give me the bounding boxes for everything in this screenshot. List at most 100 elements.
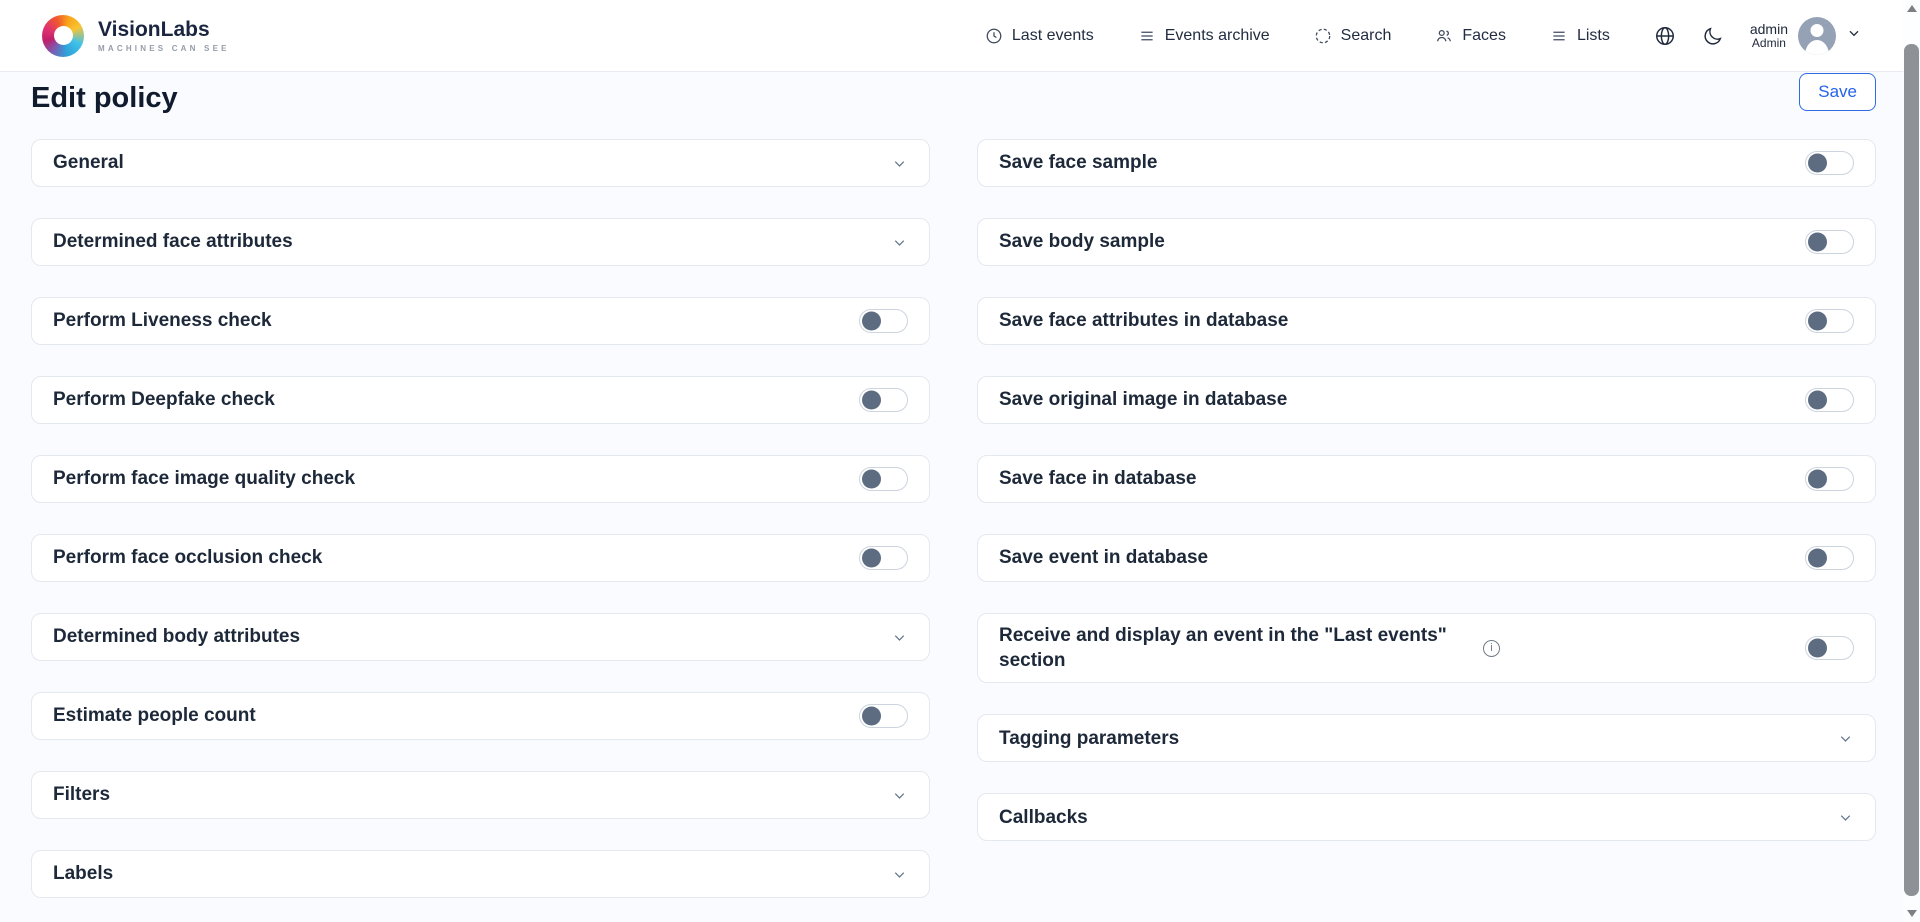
- panel-label: Save original image in database: [999, 387, 1287, 412]
- toggle-switch[interactable]: [1805, 388, 1854, 412]
- nav-item-label: Events archive: [1165, 27, 1270, 45]
- panel-label: Labels: [53, 861, 113, 886]
- panel-label: Save face in database: [999, 466, 1197, 491]
- panel-label: Callbacks: [999, 805, 1088, 830]
- nav-item-faces[interactable]: Faces: [1435, 27, 1506, 45]
- nav-item-events-archive[interactable]: Events archive: [1138, 27, 1270, 45]
- chevron-down-icon: [891, 787, 908, 804]
- left-column: General Determined face attributes Perfo…: [31, 139, 930, 898]
- right-column: Save face sample Save body sample Save f…: [977, 139, 1876, 898]
- scrollbar-thumb[interactable]: [1904, 44, 1919, 896]
- nav-item-label: Lists: [1577, 27, 1610, 45]
- panel-save-face-sample[interactable]: Save face sample: [977, 139, 1876, 187]
- toggle-knob: [862, 549, 881, 568]
- chevron-down-icon: [1846, 25, 1862, 46]
- language-button[interactable]: [1654, 25, 1676, 47]
- panel-general[interactable]: General: [31, 139, 930, 187]
- visionlabs-logo-icon: [42, 15, 84, 57]
- nav-item-label: Last events: [1012, 27, 1094, 45]
- panel-save-body-sample[interactable]: Save body sample: [977, 218, 1876, 266]
- toggle-knob: [1808, 391, 1827, 410]
- scrollbar-down-arrow-icon[interactable]: [1907, 910, 1917, 917]
- chevron-down-icon: [891, 866, 908, 883]
- search-icon: [1314, 27, 1332, 45]
- chevron-down-icon: [891, 629, 908, 646]
- panel-label: Save event in database: [999, 545, 1208, 570]
- toggle-switch[interactable]: [1805, 636, 1854, 660]
- toggle-knob: [862, 391, 881, 410]
- panel-label: Receive and display an event in the "Las…: [999, 623, 1469, 673]
- panel-filters[interactable]: Filters: [31, 771, 930, 819]
- nav-item-label: Faces: [1462, 27, 1506, 45]
- toggle-knob: [1808, 312, 1827, 331]
- panel-perform-face-occlusion-check[interactable]: Perform face occlusion check: [31, 534, 930, 582]
- panel-label: General: [53, 150, 124, 175]
- toggle-knob: [862, 470, 881, 489]
- toggle-switch[interactable]: [1805, 546, 1854, 570]
- user-role: Admin: [1750, 37, 1788, 51]
- panel-determined-face-attributes[interactable]: Determined face attributes: [31, 218, 930, 266]
- toggle-switch[interactable]: [1805, 467, 1854, 491]
- panel-perform-liveness-check[interactable]: Perform Liveness check: [31, 297, 930, 345]
- header-actions: admin Admin: [1654, 17, 1862, 55]
- panel-estimate-people-count[interactable]: Estimate people count: [31, 692, 930, 740]
- panel-label: Estimate people count: [53, 703, 256, 728]
- clock-icon: [985, 27, 1003, 45]
- avatar[interactable]: [1798, 17, 1836, 55]
- save-button[interactable]: Save: [1799, 73, 1876, 111]
- page-title: Edit policy: [31, 82, 178, 115]
- scrollbar-up-arrow-icon[interactable]: [1907, 5, 1917, 12]
- panel-label: Save face attributes in database: [999, 308, 1288, 333]
- toggle-knob: [1808, 470, 1827, 489]
- panel-labels[interactable]: Labels: [31, 850, 930, 898]
- toggle-switch[interactable]: [859, 704, 908, 728]
- nav-item-lists[interactable]: Lists: [1550, 27, 1610, 45]
- title-bar: Edit policy Save: [0, 72, 1920, 115]
- panel-perform-face-image-quality-check[interactable]: Perform face image quality check: [31, 455, 930, 503]
- toggle-switch[interactable]: [859, 467, 908, 491]
- chevron-down-icon: [1837, 730, 1854, 747]
- toggle-switch[interactable]: [1805, 151, 1854, 175]
- panel-save-original-image-in-database[interactable]: Save original image in database: [977, 376, 1876, 424]
- toggle-switch[interactable]: [859, 388, 908, 412]
- panel-save-face-in-database[interactable]: Save face in database: [977, 455, 1876, 503]
- panel-receive-and-display-an-event-in-the-last-events-section[interactable]: Receive and display an event in the "Las…: [977, 613, 1876, 683]
- panel-tagging-parameters[interactable]: Tagging parameters: [977, 714, 1876, 762]
- theme-toggle-button[interactable]: [1702, 25, 1724, 47]
- faces-icon: [1435, 27, 1453, 45]
- policy-panels: General Determined face attributes Perfo…: [0, 115, 1920, 898]
- list-icon: [1550, 27, 1568, 45]
- visionlabs-logo: VisionLabs MACHINES CAN SEE: [42, 15, 230, 57]
- panel-label: Perform Deepfake check: [53, 387, 275, 412]
- list-icon: [1138, 27, 1156, 45]
- top-bar: VisionLabs MACHINES CAN SEE Last events …: [0, 0, 1920, 72]
- user-name: admin: [1750, 21, 1788, 37]
- brand-name: VisionLabs: [98, 19, 230, 40]
- toggle-switch[interactable]: [859, 546, 908, 570]
- toggle-switch[interactable]: [859, 309, 908, 333]
- info-icon[interactable]: i: [1483, 640, 1500, 657]
- moon-icon: [1702, 25, 1724, 47]
- nav-item-last-events[interactable]: Last events: [985, 27, 1094, 45]
- chevron-down-icon: [891, 155, 908, 172]
- nav-item-search[interactable]: Search: [1314, 27, 1392, 45]
- toggle-switch[interactable]: [1805, 309, 1854, 333]
- toggle-switch[interactable]: [1805, 230, 1854, 254]
- panel-label: Determined body attributes: [53, 624, 300, 649]
- nav-item-label: Search: [1341, 27, 1392, 45]
- user-names: admin Admin: [1750, 21, 1788, 51]
- panel-save-event-in-database[interactable]: Save event in database: [977, 534, 1876, 582]
- panel-label: Filters: [53, 782, 110, 807]
- panel-perform-deepfake-check[interactable]: Perform Deepfake check: [31, 376, 930, 424]
- toggle-knob: [1808, 549, 1827, 568]
- user-menu[interactable]: admin Admin: [1750, 17, 1862, 55]
- panel-callbacks[interactable]: Callbacks: [977, 793, 1876, 841]
- toggle-knob: [1808, 639, 1827, 658]
- scrollbar[interactable]: [1903, 0, 1920, 922]
- toggle-knob: [1808, 233, 1827, 252]
- panel-label: Determined face attributes: [53, 229, 293, 254]
- panel-label: Perform face occlusion check: [53, 545, 322, 570]
- panel-save-face-attributes-in-database[interactable]: Save face attributes in database: [977, 297, 1876, 345]
- toggle-knob: [1808, 154, 1827, 173]
- panel-determined-body-attributes[interactable]: Determined body attributes: [31, 613, 930, 661]
